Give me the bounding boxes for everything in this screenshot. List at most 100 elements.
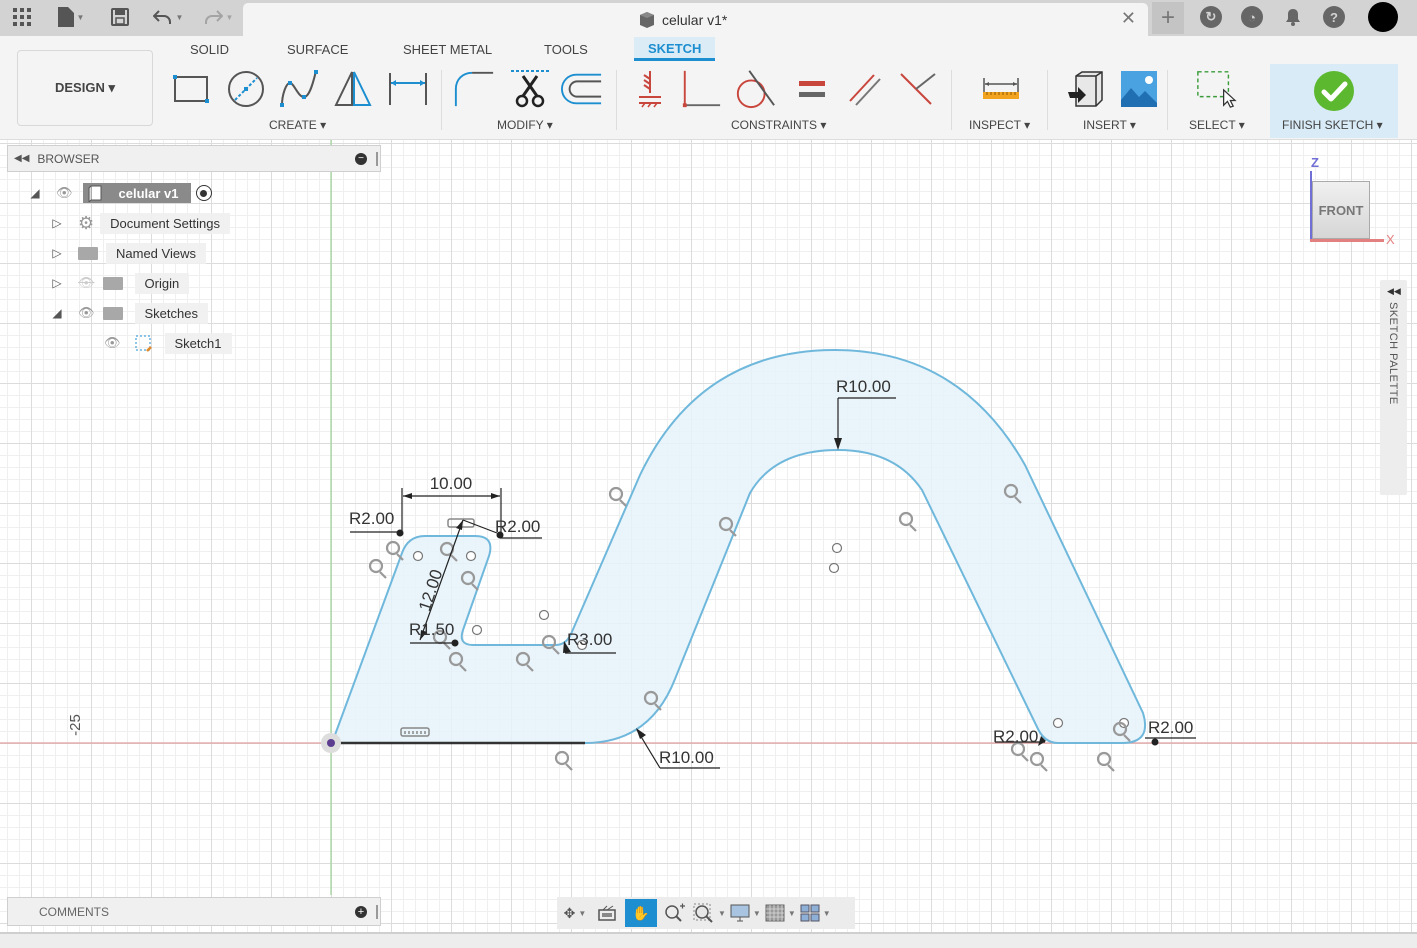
redo-button[interactable]: ▼ <box>199 6 237 28</box>
expanded-triangle-icon[interactable]: ◢ <box>28 186 42 200</box>
circle-icon[interactable] <box>225 68 267 110</box>
extensions-icon[interactable]: ↻ <box>1200 6 1222 28</box>
visibility-eye-icon[interactable]: 👁 <box>56 185 73 201</box>
collapsed-triangle-icon[interactable]: ▷ <box>50 216 64 230</box>
apps-grid-icon[interactable] <box>11 6 33 28</box>
undo-button[interactable]: ▼ <box>148 6 188 28</box>
constraints-group-label[interactable]: CONSTRAINTS ▾ <box>731 118 826 132</box>
fillet-icon[interactable] <box>453 68 495 110</box>
dim-radius-bottom-left[interactable]: R2.00 <box>993 727 1038 746</box>
tab-sketch[interactable]: SKETCH <box>634 37 716 61</box>
add-comment-icon[interactable]: + <box>355 906 367 918</box>
sketch-geometry[interactable]: -25 10.00 12.00 R2.00 R2.00 R1.50 R3.00 … <box>0 140 1417 932</box>
trim-icon[interactable] <box>509 68 551 110</box>
activate-radio-icon[interactable] <box>195 185 212 201</box>
browser-item-sketches[interactable]: ◢ 👁 Sketches <box>50 301 208 325</box>
close-tab-icon[interactable]: ✕ <box>1121 8 1136 29</box>
sketch-dimension-icon[interactable] <box>387 68 429 110</box>
save-icon[interactable] <box>109 6 131 28</box>
offset-icon[interactable] <box>561 68 603 110</box>
finish-sketch-check-icon <box>1314 71 1354 111</box>
equal-constraint-icon[interactable] <box>791 68 833 110</box>
browser-pin-icon[interactable] <box>376 152 378 166</box>
insert-derive-icon[interactable] <box>1065 68 1107 110</box>
fix-constraint-icon[interactable] <box>629 68 671 110</box>
dim-radius-mid[interactable]: R3.00 <box>567 630 612 649</box>
dim-radius-bottom-right[interactable]: R2.00 <box>1148 718 1193 737</box>
spline-icon[interactable] <box>279 68 321 110</box>
parallel-constraint-icon[interactable] <box>844 68 886 110</box>
browser-item-named-views[interactable]: ▷ Named Views <box>50 241 206 265</box>
display-settings-icon[interactable]: ▼ <box>730 899 761 927</box>
dim-radius-top-left[interactable]: R2.00 <box>349 509 394 528</box>
status-bar <box>0 932 1417 948</box>
orbit-icon[interactable]: ✥ ▼ <box>561 899 589 927</box>
viewcube[interactable]: Z FRONT X <box>1308 155 1398 250</box>
user-avatar[interactable] <box>1368 2 1398 32</box>
perpendicular-constraint-icon[interactable] <box>680 68 722 110</box>
dim-radius-top-right[interactable]: R2.00 <box>495 517 540 536</box>
dim-radius-bottom[interactable]: R10.00 <box>659 748 714 767</box>
new-tab-plus-icon[interactable]: + <box>1152 2 1184 34</box>
browser-item-document-settings[interactable]: ▷ ⚙ Document Settings <box>50 211 230 235</box>
hidden-eye-icon[interactable]: 👁 <box>78 275 95 291</box>
pan-hand-icon[interactable]: ✋ <box>625 899 657 927</box>
tab-surface[interactable]: SURFACE <box>287 42 348 57</box>
document-title: celular v1* <box>662 12 728 28</box>
browser-item-origin[interactable]: ▷ 👁 Origin <box>50 271 190 295</box>
browser-root-node[interactable]: ◢ 👁 celular v1 <box>28 181 212 205</box>
sketch-palette-tab[interactable]: ◀◀ SKETCH PALETTE <box>1380 280 1407 495</box>
browser-item-sketch1[interactable]: 👁 Sketch1 <box>100 331 232 355</box>
dim-radius-arch[interactable]: R10.00 <box>836 377 891 396</box>
modify-group-label[interactable]: MODIFY ▾ <box>497 118 553 132</box>
item-label: Sketches <box>134 302 208 324</box>
x-axis-indicator <box>1310 239 1384 242</box>
rectangle-icon[interactable] <box>170 68 212 110</box>
workspace-design-button[interactable]: DESIGN ▾ <box>17 50 153 126</box>
visibility-eye-icon[interactable]: 👁 <box>104 335 121 351</box>
fit-window-icon[interactable]: ▼ <box>693 899 726 927</box>
finish-sketch-button[interactable]: FINISH SKETCH ▾ <box>1270 64 1398 138</box>
select-group-label[interactable]: SELECT ▾ <box>1189 118 1245 132</box>
zoom-icon[interactable] <box>661 899 689 927</box>
tab-tools[interactable]: TOOLS <box>544 42 588 57</box>
expanded-triangle-icon[interactable]: ◢ <box>50 306 64 320</box>
help-icon[interactable]: ? <box>1323 6 1345 28</box>
tab-sheet-metal[interactable]: SHEET METAL <box>403 42 492 57</box>
separator <box>616 70 617 130</box>
sketch-canvas[interactable]: -25 10.00 12.00 R2.00 R2.00 R1.50 R3.00 … <box>0 140 1417 932</box>
viewcube-front-face[interactable]: FRONT <box>1312 181 1370 239</box>
tab-solid[interactable]: SOLID <box>190 42 229 57</box>
window-select-icon[interactable] <box>1195 68 1237 110</box>
file-icon <box>57 7 74 27</box>
browser-minimize-icon[interactable]: − <box>355 153 367 165</box>
fusion-app: ▼ ▼ ▼ celular v1* ✕ + ↻ ◔ ? DESIGN ▾ SOL… <box>0 0 1417 948</box>
visibility-eye-icon[interactable]: 👁 <box>78 305 95 321</box>
look-at-icon[interactable] <box>593 899 621 927</box>
viewports-icon[interactable]: ▼ <box>800 899 831 927</box>
dim-radius-inner-small[interactable]: R1.50 <box>409 620 454 639</box>
create-group-label[interactable]: CREATE ▾ <box>269 118 326 132</box>
grid-settings-icon[interactable]: ▼ <box>765 899 796 927</box>
insert-image-icon[interactable] <box>1118 68 1160 110</box>
mirror-icon[interactable] <box>332 68 374 110</box>
file-menu-button[interactable]: ▼ <box>53 6 89 28</box>
comments-pin-icon[interactable] <box>376 905 378 919</box>
expand-palette-icon[interactable]: ◀◀ <box>1387 286 1401 297</box>
component-icon <box>88 185 102 202</box>
collapsed-triangle-icon[interactable]: ▷ <box>50 276 64 290</box>
dim-width-text[interactable]: 10.00 <box>430 474 473 493</box>
folder-icon <box>102 306 123 320</box>
coincident-constraint-icon[interactable] <box>897 68 939 110</box>
measure-icon[interactable] <box>980 68 1022 110</box>
document-tab[interactable]: celular v1* ✕ <box>243 3 1148 36</box>
tangent-constraint-icon[interactable] <box>734 68 776 110</box>
notifications-bell-icon[interactable] <box>1283 6 1303 28</box>
inspect-group-label[interactable]: INSPECT ▾ <box>969 118 1030 132</box>
insert-group-label[interactable]: INSERT ▾ <box>1083 118 1136 132</box>
collapse-browser-icon[interactable]: ◀◀ <box>14 153 29 164</box>
comments-panel: COMMENTS + <box>7 897 381 926</box>
job-status-icon[interactable]: ◔ <box>1241 6 1263 28</box>
collapsed-triangle-icon[interactable]: ▷ <box>50 246 64 260</box>
title-bar: ▼ ▼ ▼ celular v1* ✕ + ↻ ◔ ? <box>0 0 1417 36</box>
